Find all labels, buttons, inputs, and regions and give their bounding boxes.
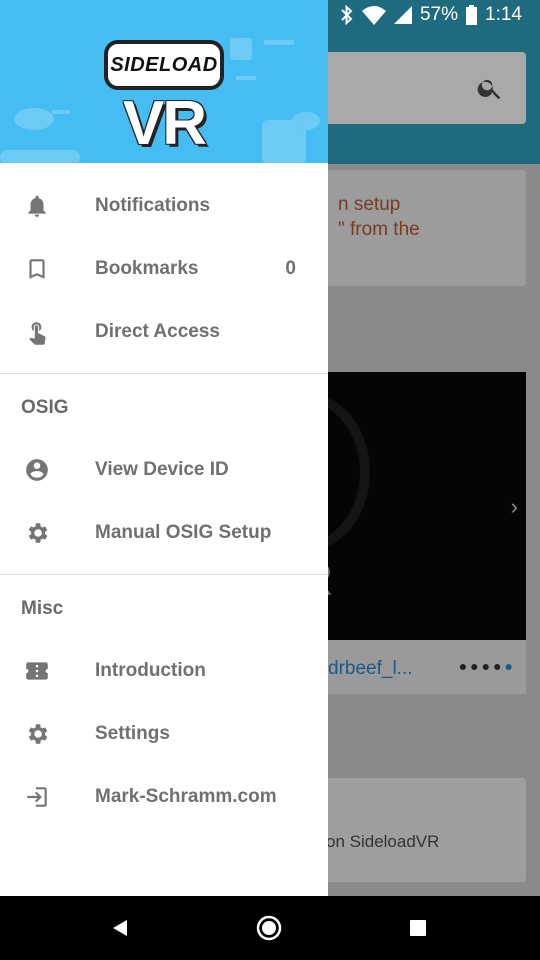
bluetooth-icon xyxy=(341,5,353,25)
bell-icon xyxy=(28,195,46,217)
carousel-dots: ●●●●● xyxy=(458,658,516,674)
section-header-osig: OSIG xyxy=(21,397,69,418)
login-icon xyxy=(27,786,47,807)
menu-item-bookmarks[interactable]: Bookmarks 0 xyxy=(0,237,328,300)
menu-item-label: View Device ID xyxy=(95,458,229,480)
menu-item-introduction[interactable]: Introduction xyxy=(0,639,328,702)
status-bar: 57% 1:14 xyxy=(0,0,540,32)
menu-item-label: Introduction xyxy=(95,659,206,681)
menu-item-label: Bookmarks xyxy=(95,257,199,279)
back-button-icon[interactable] xyxy=(110,918,130,938)
gear-icon xyxy=(28,522,48,543)
menu-item-settings[interactable]: Settings xyxy=(0,702,328,765)
divider xyxy=(0,574,328,575)
bottom-card: on SideloadVR xyxy=(300,778,526,882)
search-bar xyxy=(300,52,526,124)
clock: 1:14 xyxy=(485,4,522,25)
home-button-icon[interactable] xyxy=(256,915,282,941)
account-circle-icon xyxy=(26,458,48,481)
search-icon xyxy=(477,79,501,100)
setup-card-line2: " from the xyxy=(338,219,420,240)
recents-button-icon[interactable] xyxy=(410,920,426,936)
system-nav-bar xyxy=(0,896,540,960)
touch-icon xyxy=(29,321,46,345)
menu-item-notifications[interactable]: Notifications xyxy=(0,174,328,237)
bookmark-icon xyxy=(29,258,45,279)
menu-item-direct-access[interactable]: Direct Access xyxy=(0,300,328,363)
sideload-logo: SIDELOAD xyxy=(104,40,224,90)
menu-item-manual-osig-setup[interactable]: Manual OSIG Setup xyxy=(0,501,328,564)
bottom-card-text: on SideloadVR xyxy=(326,832,440,851)
bookmark-count: 0 xyxy=(285,257,296,279)
video-thumbnail: R › xyxy=(240,372,526,640)
battery-percent: 57% xyxy=(419,4,459,25)
menu-item-label: Direct Access xyxy=(95,320,220,342)
setup-card: n setup " from the xyxy=(300,170,526,286)
menu-item-website[interactable]: Mark-Schramm.com xyxy=(0,765,328,828)
menu-item-label: Manual OSIG Setup xyxy=(95,521,272,543)
menu-item-label: Mark-Schramm.com xyxy=(95,785,277,807)
logo-text: SIDELOAD xyxy=(110,53,218,76)
navigation-drawer: SIDELOAD VR Notifications Bookmarks 0 Di… xyxy=(0,0,328,896)
menu-item-label: Settings xyxy=(95,722,170,744)
logo-vr-text: VR xyxy=(122,89,207,158)
video-caption-bar: drbeef_l... ●●●●● xyxy=(300,640,526,694)
wifi-icon xyxy=(361,6,386,25)
section-header-misc: Misc xyxy=(21,598,64,619)
gear-icon xyxy=(28,723,48,744)
menu-item-label: Notifications xyxy=(95,194,211,216)
menu-item-view-device-id[interactable]: View Device ID xyxy=(0,438,328,501)
battery-icon xyxy=(466,5,478,25)
ticket-icon xyxy=(26,661,48,680)
chevron-right-icon: › xyxy=(510,494,518,519)
divider xyxy=(0,373,328,374)
video-caption: drbeef_l... xyxy=(328,658,413,679)
setup-card-line1: n setup xyxy=(338,194,401,215)
cell-signal-icon xyxy=(393,6,412,24)
